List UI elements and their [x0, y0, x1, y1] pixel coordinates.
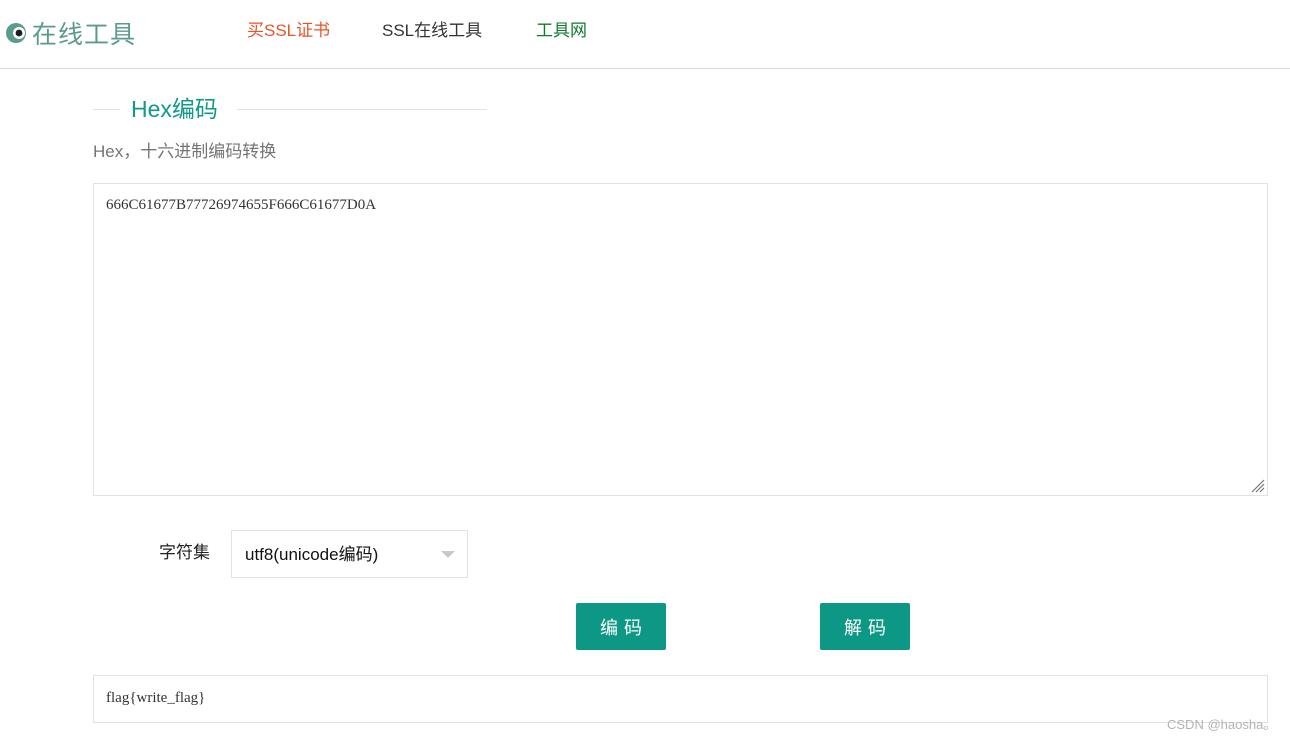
legend-divider-left [93, 109, 120, 110]
page-title: Hex编码 [131, 96, 218, 122]
hex-input-textarea[interactable]: 666C61677B77726974655F666C61677D0A [93, 183, 1268, 496]
nav-tools-site[interactable]: 工具网 [536, 20, 587, 42]
hex-input-value: 666C61677B77726974655F666C61677D0A [106, 197, 377, 213]
result-value: flag{write_flag} [106, 690, 206, 706]
legend-divider-right [237, 109, 487, 110]
charset-select[interactable]: utf8(unicode编码) [231, 530, 468, 578]
section-legend: Hex编码 [93, 94, 487, 124]
result-output[interactable]: flag{write_flag} [93, 675, 1268, 723]
top-header: 在线工具 买SSL证书 SSL在线工具 工具网 [0, 0, 1290, 69]
resize-grip-icon[interactable] [1249, 477, 1265, 493]
charset-selected-value: utf8(unicode编码) [245, 545, 379, 564]
encode-button[interactable]: 编码 [576, 603, 666, 650]
decode-button[interactable]: 解码 [820, 603, 910, 650]
charset-label: 字符集 [159, 543, 210, 562]
nav-ssl-tools[interactable]: SSL在线工具 [382, 20, 482, 42]
nav-buy-ssl[interactable]: 买SSL证书 [247, 20, 330, 42]
logo-icon [6, 23, 26, 43]
logo-text: 在线工具 [32, 21, 137, 49]
watermark: CSDN @haosha。 [1167, 717, 1277, 732]
page-subtitle: Hex，十六进制编码转换 [93, 142, 277, 161]
chevron-down-icon [441, 551, 455, 558]
site-logo[interactable]: 在线工具 [5, 16, 136, 50]
